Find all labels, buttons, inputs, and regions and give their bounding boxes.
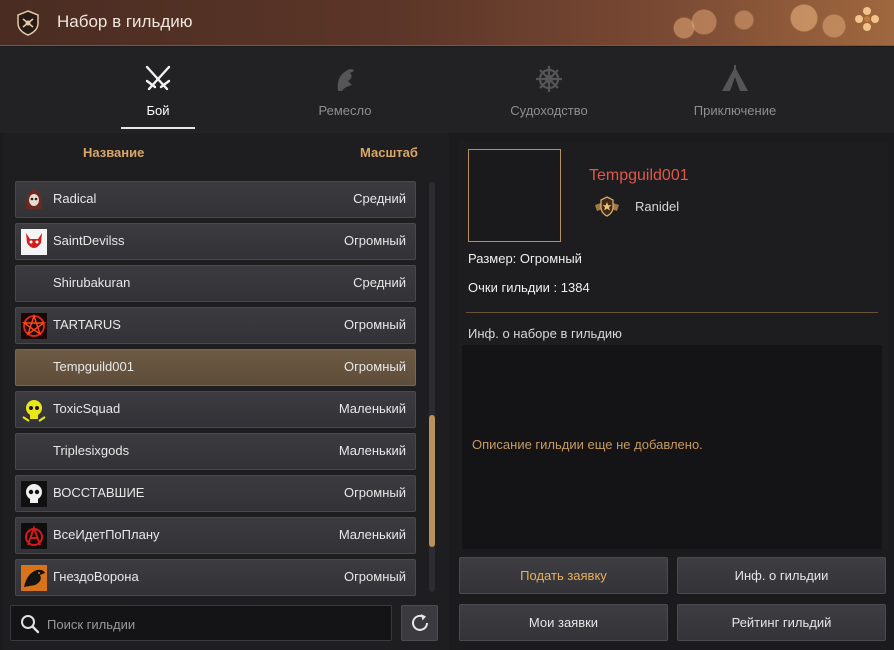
guild-search-box bbox=[10, 605, 392, 641]
guild-points-info: Очки гильдии : 1384 bbox=[468, 280, 590, 295]
guild-size: Огромный bbox=[343, 569, 406, 584]
guild-logo-frame bbox=[468, 149, 561, 242]
list-scrollbar-thumb[interactable] bbox=[429, 415, 435, 547]
tent-icon bbox=[722, 65, 748, 91]
guild-size: Огромный bbox=[343, 233, 406, 248]
column-header-scale[interactable]: Масштаб bbox=[360, 145, 418, 160]
guild-list-panel: Название Масштаб Radical Средний SaintDe… bbox=[3, 133, 449, 650]
guild-size: Маленький bbox=[338, 401, 406, 416]
guild-row-shirubakuran[interactable]: Shirubakuran Средний bbox=[15, 265, 416, 302]
guild-ranking-button[interactable]: Рейтинг гильдий bbox=[677, 604, 886, 641]
guild-row-radical[interactable]: Radical Средний bbox=[15, 181, 416, 218]
tab-label: Судоходство bbox=[510, 103, 588, 118]
guild-size: Средний bbox=[353, 191, 406, 206]
hooded-reaper-icon bbox=[25, 189, 43, 209]
anarchy-icon bbox=[21, 523, 47, 549]
guild-size: Маленький bbox=[338, 443, 406, 458]
guild-row-gnezdovorona[interactable]: ГнездоВорона Огромный bbox=[15, 559, 416, 596]
red-devil-icon bbox=[21, 229, 47, 255]
apply-button[interactable]: Подать заявку bbox=[459, 557, 668, 594]
tab-combat[interactable]: Бой bbox=[83, 47, 233, 133]
guild-size: Огромный bbox=[343, 359, 406, 374]
guild-row-toxicsquad[interactable]: ToxicSquad Маленький bbox=[15, 391, 416, 428]
refresh-button[interactable] bbox=[401, 605, 438, 641]
guild-details-panel: Tempguild001 Ranidel Размер: Огромный Оч… bbox=[458, 141, 888, 549]
tab-adventure[interactable]: Приключение bbox=[660, 47, 810, 133]
guild-name: Tempguild001 bbox=[53, 359, 134, 374]
guild-size: Огромный bbox=[343, 485, 406, 500]
guild-row-saintdevilss[interactable]: SaintDevilss Огромный bbox=[15, 223, 416, 260]
recruitment-description-box: Описание гильдии еще не добавлено. bbox=[462, 345, 882, 549]
tab-label: Приключение bbox=[693, 103, 777, 118]
guild-name: ВОССТАВШИЕ bbox=[53, 485, 145, 500]
active-tab-underline bbox=[121, 127, 195, 129]
section-divider bbox=[466, 312, 878, 313]
my-applications-button[interactable]: Мои заявки bbox=[459, 604, 668, 641]
guild-info-button[interactable]: Инф. о гильдии bbox=[677, 557, 886, 594]
toxic-skull-icon bbox=[22, 400, 46, 422]
flower-ornament-icon bbox=[855, 7, 879, 31]
crossed-swords-icon bbox=[145, 65, 171, 91]
category-tabs: Бой Ремесло Судоходство Приключение bbox=[0, 47, 894, 133]
search-icon bbox=[21, 615, 40, 634]
pentagram-icon bbox=[21, 313, 47, 339]
craft-bird-icon bbox=[337, 69, 354, 91]
guild-name: Triplesixgods bbox=[53, 443, 130, 458]
guild-shield-icon bbox=[17, 10, 39, 36]
guild-row-vseidetpoplanu[interactable]: ВсеИдетПоПлану Маленький bbox=[15, 517, 416, 554]
recruitment-info-heading: Инф. о наборе в гильдию bbox=[468, 326, 622, 341]
guild-size-info: Размер: Огромный bbox=[468, 251, 582, 266]
guild-name: TARTARUS bbox=[53, 317, 121, 332]
raven-icon bbox=[21, 565, 47, 591]
tab-crafting[interactable]: Ремесло bbox=[270, 47, 420, 133]
guild-row-tartarus[interactable]: TARTARUS Огромный bbox=[15, 307, 416, 344]
guild-name: ГнездоВорона bbox=[53, 569, 139, 584]
refresh-icon bbox=[412, 614, 428, 631]
guild-name: ВсеИдетПоПлану bbox=[53, 527, 160, 542]
ship-wheel-icon bbox=[536, 66, 562, 92]
tab-sailing[interactable]: Судоходство bbox=[474, 47, 624, 133]
guild-size: Средний bbox=[353, 275, 406, 290]
guild-master-icon bbox=[595, 196, 619, 217]
tab-label: Ремесло bbox=[318, 103, 372, 118]
guild-row-triplesixgods[interactable]: Triplesixgods Маленький bbox=[15, 433, 416, 470]
guild-size: Маленький bbox=[338, 527, 406, 542]
column-header-name[interactable]: Название bbox=[83, 145, 144, 160]
guild-name: Shirubakuran bbox=[53, 275, 131, 290]
tab-label: Бой bbox=[146, 103, 170, 118]
guild-name: Radical bbox=[53, 191, 97, 206]
guild-row-vosstavshie[interactable]: ВОССТАВШИЕ Огромный bbox=[15, 475, 416, 512]
guild-name: ToxicSquad bbox=[53, 401, 121, 416]
guild-size: Огромный bbox=[343, 317, 406, 332]
guild-row-tempguild001[interactable]: Tempguild001 Огромный bbox=[15, 349, 416, 386]
white-skull-icon bbox=[21, 481, 47, 507]
selected-guild-name: Tempguild001 bbox=[589, 167, 689, 184]
guild-search-input[interactable] bbox=[47, 612, 377, 636]
guild-name: SaintDevilss bbox=[53, 233, 125, 248]
guild-leader-name: Ranidel bbox=[635, 199, 680, 214]
recruitment-description-text: Описание гильдии еще не добавлено. bbox=[472, 437, 703, 452]
window-title: Набор в гильдию bbox=[57, 12, 193, 31]
title-bar: Набор в гильдию bbox=[0, 0, 894, 46]
